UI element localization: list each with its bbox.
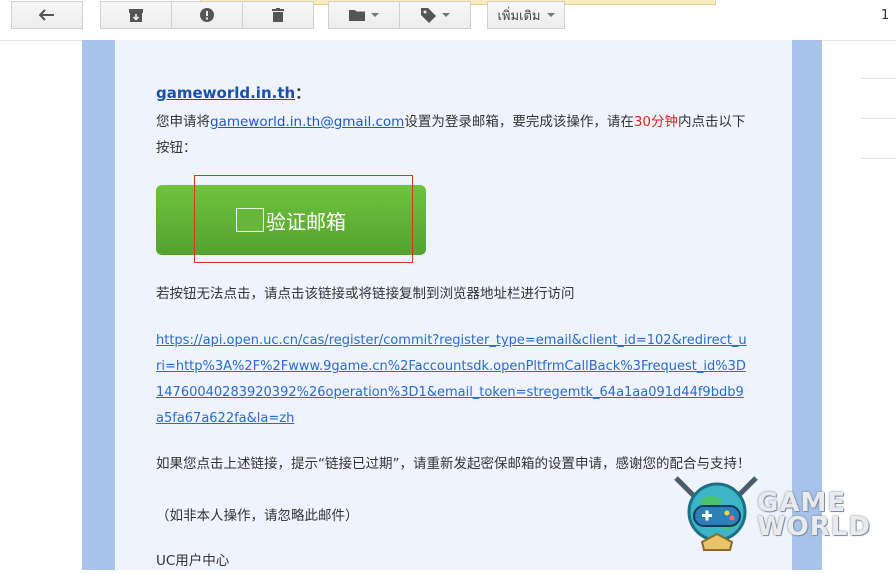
watermark-line2: WORLD: [757, 512, 871, 542]
expired-text: 如果您点击上述链接，提示“链接已过期”，请重新发起密保邮箱的设置申请，感谢您的配…: [156, 456, 751, 472]
ignore-text: （如非本人操作，请忽略此邮件）: [156, 508, 359, 524]
signature: UC用户中心: [156, 553, 230, 569]
divider: [861, 78, 896, 79]
verify-url-link[interactable]: https://api.open.uc.cn/cas/register/comm…: [156, 328, 748, 432]
brand-colon: ：: [295, 84, 311, 102]
brand-link[interactable]: gameworld.in.th: [156, 84, 295, 102]
folder-icon: [349, 9, 365, 21]
chevron-down-icon: [441, 13, 450, 17]
more-button[interactable]: เพิ่มเติม: [487, 1, 565, 29]
spam-icon: [200, 8, 214, 22]
gmail-toolbar: เพิ่มเติม 1: [0, 0, 896, 41]
archive-icon: [129, 8, 143, 22]
labels-button[interactable]: [399, 1, 471, 29]
back-arrow-icon: [39, 9, 55, 21]
divider: [861, 158, 896, 159]
brand-line: gameworld.in.th：: [156, 80, 310, 106]
gamepad-globe-icon: [674, 476, 758, 551]
instruction-mid: 设置为登录邮箱，要完成该操作，请在: [404, 114, 634, 130]
chevron-down-icon: [546, 13, 555, 17]
move-to-button[interactable]: [328, 1, 400, 29]
back-button[interactable]: [11, 1, 83, 29]
more-label: เพิ่มเติม: [497, 8, 541, 24]
highlight-box: [194, 175, 413, 263]
email-address-link[interactable]: gameworld.in.th@gmail.com: [210, 114, 404, 130]
fallback-text: 若按钮无法点击，请点击该链接或将链接复制到浏览器地址栏进行访问: [156, 286, 575, 302]
report-spam-button[interactable]: [171, 1, 243, 29]
instruction-paragraph: 您申请将gameworld.in.th@gmail.com设置为登录邮箱，要完成…: [156, 109, 756, 161]
page-count: 1: [881, 8, 890, 23]
instruction-pre: 您申请将: [156, 114, 210, 130]
label-tag-icon: [420, 7, 436, 23]
delete-button[interactable]: [242, 1, 314, 29]
trash-icon: [272, 8, 284, 22]
time-limit: 30分钟: [633, 114, 679, 130]
divider: [861, 118, 896, 119]
archive-button[interactable]: [100, 1, 172, 29]
chevron-down-icon: [371, 13, 379, 17]
